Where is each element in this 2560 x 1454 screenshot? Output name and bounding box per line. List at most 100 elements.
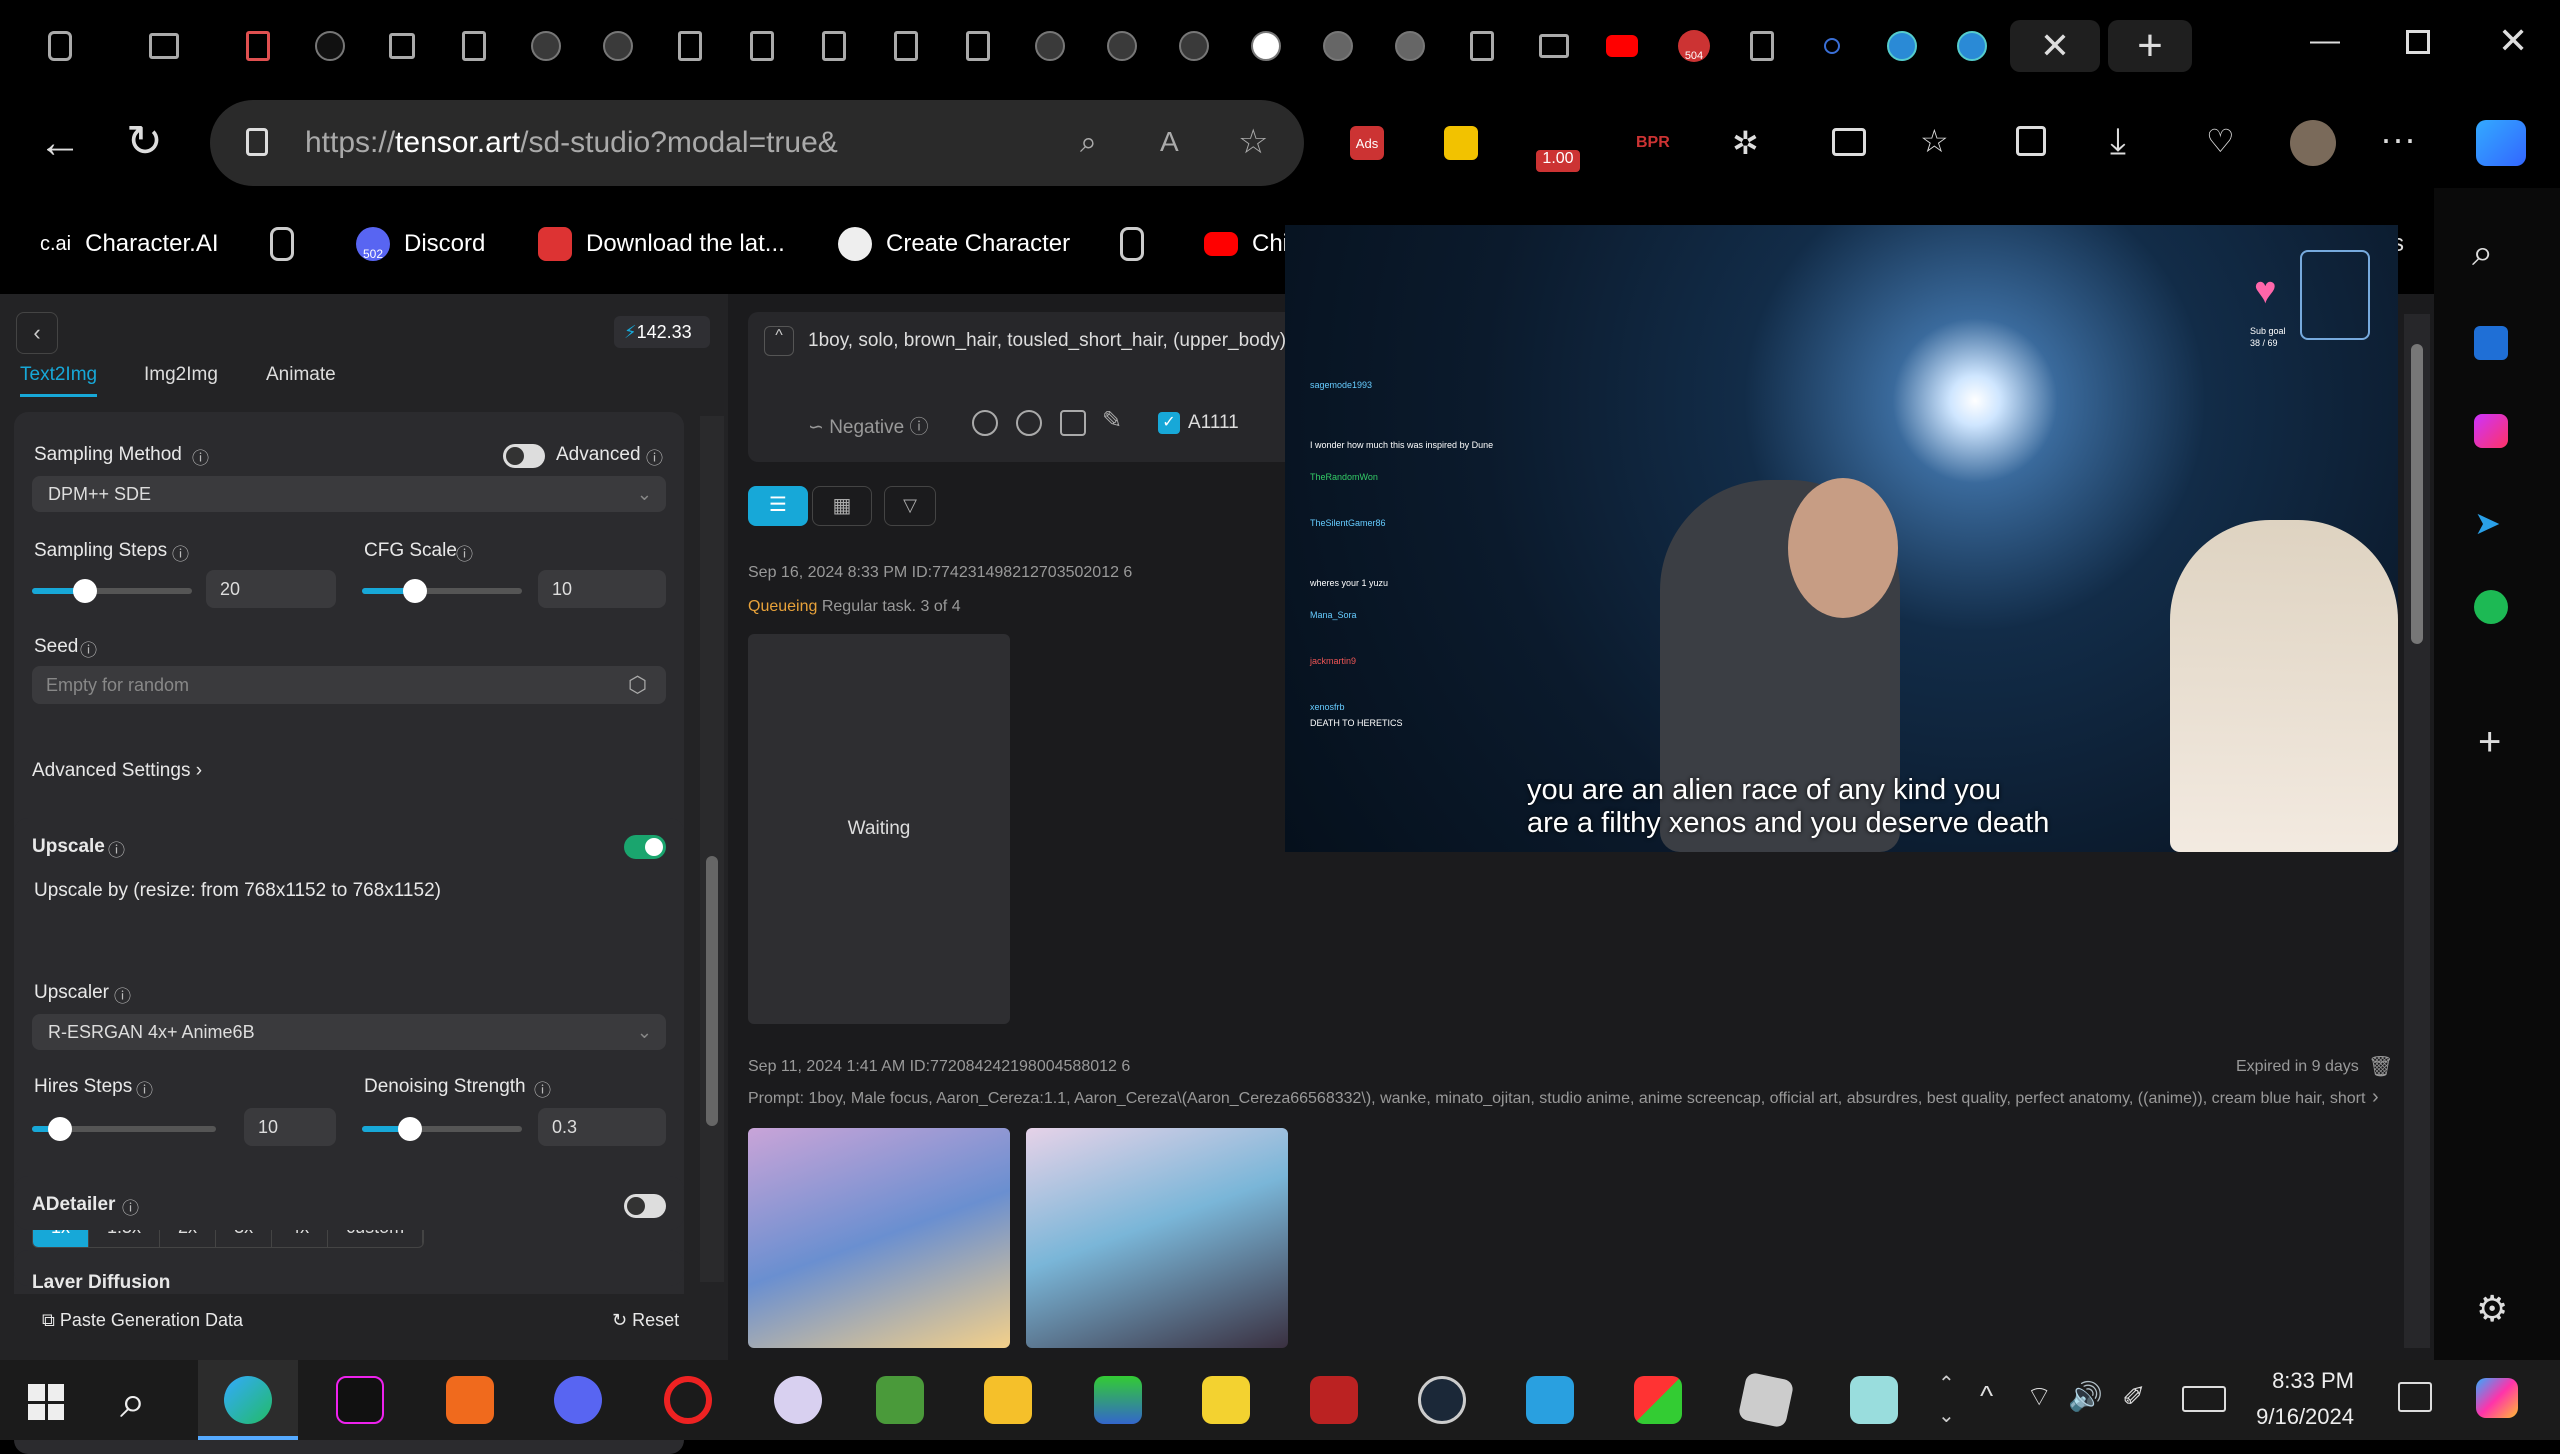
negative-prompt-label[interactable]: ∽ Negative ⓘ: [808, 412, 928, 439]
generated-image-1[interactable]: [748, 1128, 1010, 1348]
collections-icon[interactable]: [2016, 126, 2046, 156]
a1111-checkbox[interactable]: ✓: [1158, 412, 1180, 434]
winrar-icon[interactable]: [1310, 1376, 1358, 1424]
yellow-extension-icon[interactable]: [1444, 126, 1478, 160]
reset-button[interactable]: ↻ Reset: [612, 1310, 679, 1331]
list-view-button[interactable]: ☰: [748, 486, 808, 526]
tab-page-2[interactable]: [664, 20, 716, 72]
tab-edge-1[interactable]: [1876, 20, 1928, 72]
tab-page-3[interactable]: [736, 20, 788, 72]
opera-icon[interactable]: [664, 1376, 712, 1424]
tab-wolf-2[interactable]: [1384, 20, 1436, 72]
copilot-taskbar-icon[interactable]: [2476, 1378, 2518, 1418]
copilot-icon[interactable]: [2476, 120, 2526, 166]
tab-dice[interactable]: [376, 20, 428, 72]
roblox-icon[interactable]: [1737, 1371, 1795, 1429]
clock-date[interactable]: 9/16/2024: [2244, 1404, 2354, 1430]
tab-search[interactable]: [1806, 20, 1858, 72]
app-blue-icon[interactable]: [1526, 1376, 1574, 1424]
discord-icon[interactable]: [554, 1376, 602, 1424]
tab-page-4[interactable]: [808, 20, 860, 72]
sampling-steps-input[interactable]: 20: [206, 570, 336, 608]
bluestacks-icon[interactable]: [1094, 1376, 1142, 1424]
tab-youtube[interactable]: [1596, 20, 1648, 72]
paste-generation-data-button[interactable]: ⧉ Paste Generation Data: [42, 1310, 243, 1331]
taskbar-search-icon[interactable]: ⌕: [120, 1374, 146, 1430]
add-sidebar-app-icon[interactable]: +: [2478, 720, 2501, 765]
upscale-toggle[interactable]: [624, 835, 666, 859]
tab-tensor-5[interactable]: [1168, 20, 1220, 72]
read-aloud-icon[interactable]: A: [1160, 126, 1179, 158]
pen-icon[interactable]: ✐: [2122, 1380, 2145, 1413]
tab-page-7[interactable]: [1456, 20, 1508, 72]
capcut-icon[interactable]: [774, 1376, 822, 1424]
keyboard-icon[interactable]: [2182, 1386, 2226, 1412]
grid-view-button[interactable]: ▦: [812, 486, 872, 526]
app-cyan-icon[interactable]: [1850, 1376, 1898, 1424]
back-button[interactable]: ‹: [16, 312, 58, 354]
tab-tensor-4[interactable]: [1096, 20, 1148, 72]
adetailer-toggle[interactable]: [624, 1194, 666, 1218]
split-screen-icon[interactable]: [1832, 128, 1866, 156]
help-icon[interactable]: ⓘ: [80, 636, 97, 661]
bookmark-download[interactable]: Download the lat...: [538, 222, 785, 266]
browser-essentials-icon[interactable]: ♡: [2206, 122, 2235, 160]
denoising-input[interactable]: 0.3: [538, 1108, 666, 1146]
help-icon[interactable]: ⓘ: [122, 1194, 139, 1219]
tab-tensor-3[interactable]: [1024, 20, 1076, 72]
tiktok-icon[interactable]: [336, 1376, 384, 1424]
sampling-steps-slider[interactable]: [32, 579, 192, 603]
help-icon[interactable]: ⓘ: [646, 444, 663, 469]
generated-image-2[interactable]: [1026, 1128, 1288, 1348]
tab-edge-2[interactable]: [1946, 20, 1998, 72]
settings-gear-icon[interactable]: ⚙: [2476, 1288, 2508, 1330]
bookmark-page-2[interactable]: [1120, 222, 1144, 266]
dice-icon[interactable]: [1016, 410, 1042, 436]
tab-tensor-active[interactable]: [1240, 20, 1292, 72]
help-icon[interactable]: ⓘ: [108, 836, 125, 861]
image-icon[interactable]: [1060, 410, 1086, 436]
steam-icon[interactable]: [1418, 1376, 1466, 1424]
bookmark-characterai[interactable]: c.ai Character.AI: [40, 222, 219, 266]
refresh-icon[interactable]: ↻: [126, 116, 163, 167]
clock-time[interactable]: 8:33 PM: [2264, 1368, 2354, 1394]
sticky-notes-icon[interactable]: [1202, 1376, 1250, 1424]
notifications-icon[interactable]: [2398, 1382, 2432, 1412]
adblock-extension-icon[interactable]: Ads: [1350, 126, 1384, 160]
bpr-extension-icon[interactable]: BPR: [1636, 134, 1670, 152]
tab-page-6[interactable]: [952, 20, 1004, 72]
hires-steps-input[interactable]: 10: [244, 1108, 336, 1146]
advanced-toggle[interactable]: [503, 444, 545, 468]
trash-icon[interactable]: 🗑: [2368, 1054, 2393, 1079]
tab-page[interactable]: [448, 20, 500, 72]
volume-icon[interactable]: 🔊: [2068, 1380, 2103, 1413]
tab-animate[interactable]: Animate: [266, 364, 336, 386]
speed-extension-icon[interactable]: 1.00: [1536, 120, 1580, 172]
tab-notes[interactable]: [232, 20, 284, 72]
favorite-star-icon[interactable]: ☆: [1238, 122, 1268, 162]
file-explorer-icon[interactable]: [984, 1376, 1032, 1424]
tab-actions-icon[interactable]: [138, 20, 190, 72]
app-orange-icon[interactable]: [446, 1376, 494, 1424]
hires-steps-slider[interactable]: [32, 1117, 216, 1141]
download-icon[interactable]: ⤓: [2110, 120, 2126, 163]
dice-icon[interactable]: ⬡: [628, 672, 647, 698]
tab-dark[interactable]: [304, 20, 356, 72]
tab-tensor-1[interactable]: [520, 20, 572, 72]
lock-icon[interactable]: [246, 128, 268, 156]
close-window-icon[interactable]: ✕: [2498, 20, 2528, 62]
close-tab-icon[interactable]: ✕: [2040, 25, 2070, 67]
profile-avatar[interactable]: [2290, 120, 2336, 166]
task-prompt[interactable]: Prompt: 1boy, Male focus, Aaron_Cereza:1…: [748, 1090, 2368, 1108]
seed-input[interactable]: Empty for random: [32, 666, 666, 704]
help-icon[interactable]: ⓘ: [136, 1076, 153, 1101]
sampling-method-select[interactable]: DPM++ SDE ⌄: [32, 476, 666, 512]
url-text[interactable]: https://tensor.art/sd-studio?modal=true&: [305, 126, 838, 160]
bookmark-discord[interactable]: 502 Discord: [356, 222, 485, 266]
panel-scrollbar[interactable]: [700, 416, 724, 1282]
tab-wolf-1[interactable]: [1312, 20, 1364, 72]
workspaces-icon[interactable]: [34, 20, 86, 72]
back-icon[interactable]: ←: [38, 118, 82, 168]
zoom-icon[interactable]: ⌕: [1080, 126, 1097, 160]
restore-icon[interactable]: [2406, 30, 2430, 54]
